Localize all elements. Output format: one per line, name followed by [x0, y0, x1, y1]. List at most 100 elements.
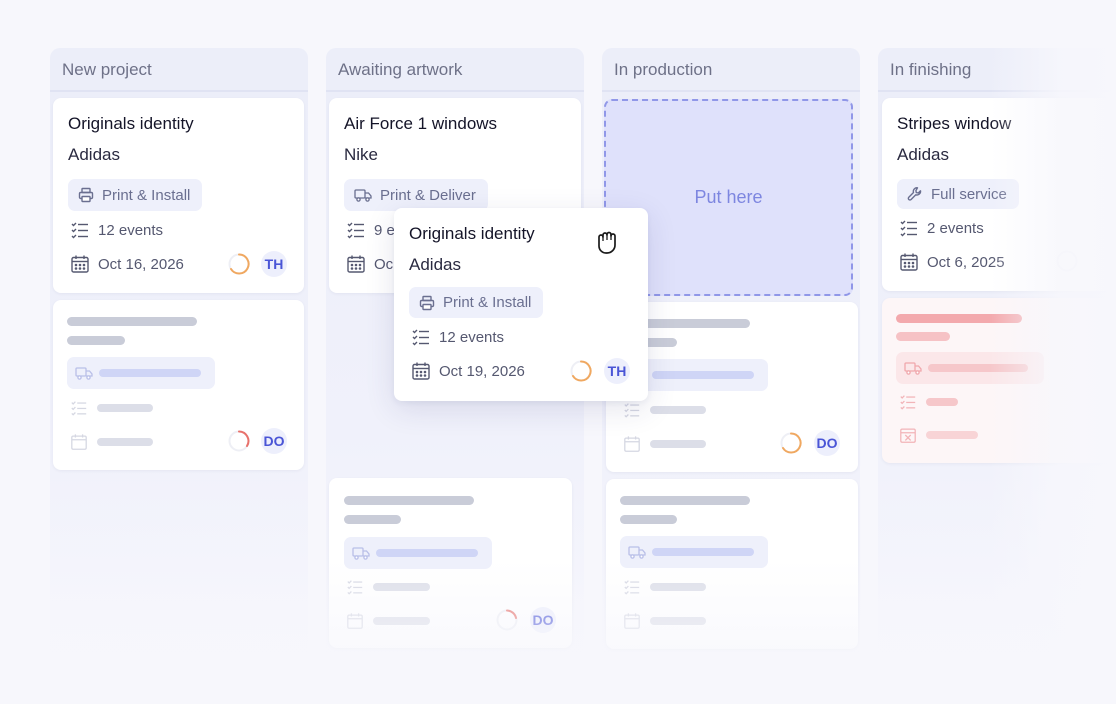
events-row: 2 events: [899, 218, 984, 238]
column-header: In finishing: [878, 48, 1116, 92]
skeleton-date: [373, 617, 430, 625]
truck-icon: [352, 547, 370, 560]
avatar[interactable]: DO: [261, 428, 287, 454]
service-label: Print & Install: [443, 294, 532, 311]
progress-ring: [570, 360, 592, 382]
skeleton-card-overdue: [882, 298, 1116, 463]
column-header: New project: [50, 48, 308, 92]
service-chip: Print & Deliver: [344, 179, 488, 211]
skeleton-title: [896, 314, 1022, 323]
events-count: 2 events: [927, 219, 984, 237]
skeleton-events: [926, 398, 958, 406]
skeleton-date: [650, 617, 706, 625]
avatar[interactable]: DO: [814, 430, 840, 456]
service-chip: Full service: [897, 179, 1019, 209]
date-row: Oc: [346, 254, 393, 274]
calendar-icon: [900, 428, 916, 443]
truck-icon: [354, 189, 372, 202]
skeleton-date: [97, 438, 153, 446]
card-title: Originals identity: [68, 114, 194, 133]
wrench-icon: [907, 187, 922, 201]
avatar[interactable]: DO: [530, 607, 556, 633]
calendar-icon: [412, 362, 430, 380]
events-row: 9 e: [346, 220, 395, 240]
skeleton-chip: [67, 357, 215, 389]
calendar-icon: [71, 255, 89, 273]
due-date: Oc: [374, 255, 394, 273]
calendar-icon: [71, 434, 87, 450]
date-row: Oct 19, 2026: [411, 361, 525, 381]
card-client: Adidas: [68, 145, 120, 164]
kanban-board: New project Awaiting artwork In producti…: [0, 0, 1116, 704]
skeleton-events: [650, 406, 706, 414]
checklist-icon: [347, 580, 363, 595]
skeleton-title: [67, 317, 197, 326]
card-title: Air Force 1 windows: [344, 114, 498, 133]
service-chip: Print & Install: [68, 179, 203, 211]
skeleton-events: [373, 583, 430, 591]
due-date: Oct 6, 2025: [927, 253, 1005, 271]
date-row: Oct 16, 2026: [70, 254, 184, 274]
calendar-icon: [900, 253, 918, 271]
events-row: 12 events: [411, 327, 504, 347]
grab-hand-icon: [598, 231, 616, 254]
events-count: 12 events: [439, 328, 505, 346]
project-card[interactable]: Stripes window Adidas Full service 2 eve…: [882, 98, 1116, 291]
skeleton-date: [926, 431, 978, 439]
checklist-icon: [71, 222, 88, 239]
progress-ring: [1056, 250, 1078, 272]
date-row: Oct 6, 2025: [899, 252, 1005, 272]
skeleton-card: DO: [329, 478, 572, 648]
calendar-icon: [624, 436, 640, 452]
printer-icon: [419, 295, 435, 310]
skeleton-events: [650, 583, 706, 591]
truck-icon: [628, 546, 646, 559]
card-client: Nike: [344, 145, 379, 164]
checklist-icon: [412, 329, 429, 346]
due-date: Oct 16, 2026: [98, 255, 184, 273]
skeleton-client: [620, 515, 677, 524]
skeleton-chip: [896, 352, 1044, 384]
skeleton-client: [67, 336, 125, 345]
service-chip: Print & Install: [409, 287, 544, 318]
service-label: Print & Install: [102, 186, 191, 204]
skeleton-client: [344, 515, 401, 524]
skeleton-client: [896, 332, 950, 341]
skeleton-chip: [620, 536, 768, 568]
column-header: Awaiting artwork: [326, 48, 584, 92]
truck-icon: [75, 367, 93, 380]
skeleton-title: [344, 496, 474, 505]
calendar-icon: [624, 613, 640, 629]
project-card[interactable]: Originals identity Adidas Print & Instal…: [53, 98, 304, 293]
card-client: Adidas: [897, 145, 949, 164]
events-row: 12 events: [70, 220, 163, 240]
checklist-icon: [624, 403, 640, 418]
avatar[interactable]: TH: [604, 358, 630, 384]
card-client: Adidas: [409, 255, 461, 274]
progress-ring: [780, 432, 802, 454]
truck-icon: [904, 362, 922, 375]
checklist-icon: [624, 580, 640, 595]
progress-ring: [228, 430, 250, 452]
card-title: Stripes window: [897, 114, 1012, 133]
checklist-icon: [900, 395, 916, 410]
skeleton-date: [650, 440, 706, 448]
progress-ring: [496, 609, 518, 631]
printer-icon: [78, 187, 94, 203]
skeleton-title: [620, 496, 750, 505]
skeleton-card: [606, 479, 858, 649]
checklist-icon: [71, 401, 87, 416]
calendar-icon: [347, 255, 365, 273]
events-count: 9 e: [374, 221, 395, 239]
avatar[interactable]: TH: [261, 251, 287, 277]
skeleton-card: DO: [53, 300, 304, 470]
skeleton-chip: [344, 537, 492, 569]
checklist-icon: [900, 220, 917, 237]
calendar-icon: [347, 613, 363, 629]
due-date: Oct 19, 2026: [439, 362, 525, 380]
events-count: 12 events: [98, 221, 164, 239]
service-label: Print & Deliver: [380, 186, 476, 204]
card-title: Originals identity: [409, 224, 535, 243]
checklist-icon: [347, 222, 364, 239]
skeleton-events: [97, 404, 153, 412]
